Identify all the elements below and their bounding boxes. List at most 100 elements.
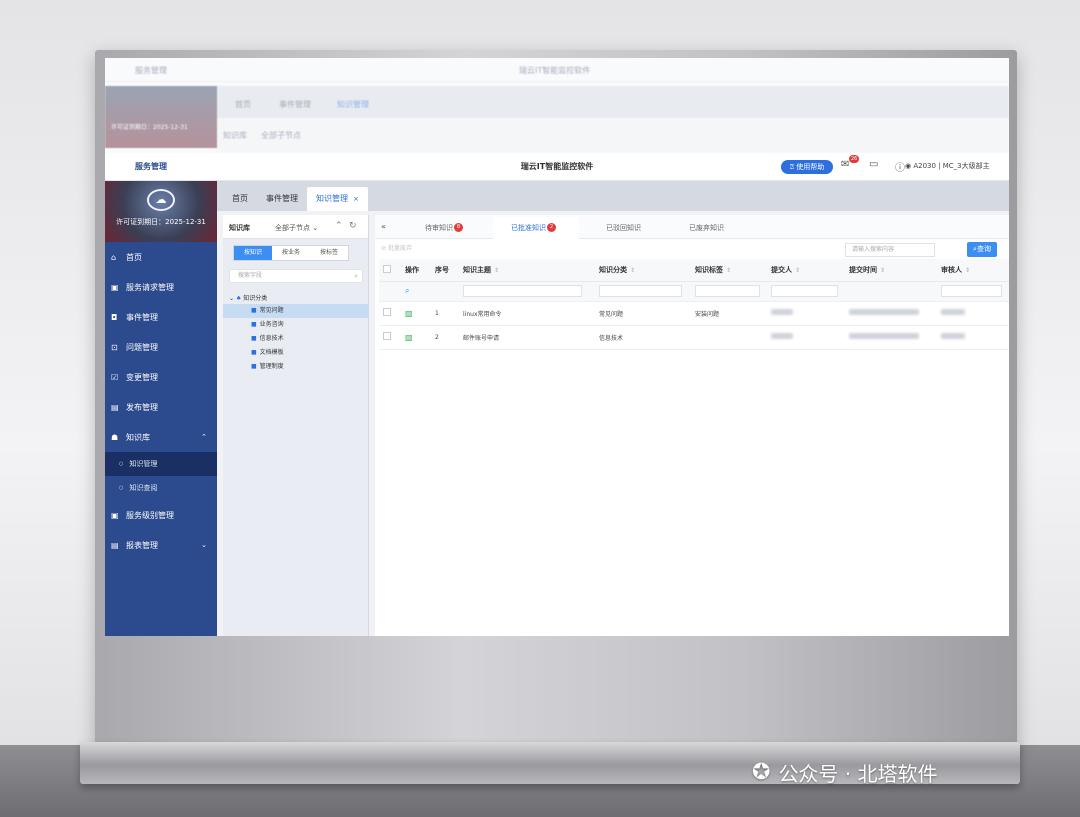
header-category[interactable]: 知识分类 ⇕: [595, 259, 691, 282]
ghost-tab-kb: 知识管理: [337, 100, 369, 109]
document-icon[interactable]: ▧: [405, 333, 413, 342]
sort-icon[interactable]: ⇕: [965, 267, 970, 274]
sidebar-item-2[interactable]: ◘ 事件管理: [105, 302, 217, 332]
subtab-label: 已驳回知识: [606, 224, 641, 232]
tree-node[interactable]: ■ 管理制度: [223, 360, 369, 374]
filter-reviewer-input[interactable]: [941, 285, 1003, 297]
sort-icon[interactable]: ⇕: [795, 267, 800, 274]
query-button[interactable]: ⌕查询: [967, 242, 997, 257]
sidebar-sub-knowledge-lookup[interactable]: ○ 知识查阅: [105, 476, 217, 500]
tree-node[interactable]: ■ 信息技术: [223, 332, 369, 346]
kb-filter-segment: 按知识 按业务 按标签: [233, 245, 349, 261]
table-row[interactable]: ▧ 1 linux常用命令 常见问题 安装问题: [379, 301, 1009, 326]
briefcase-icon: ▣: [111, 282, 119, 292]
tab-event-management[interactable]: 事件管理: [257, 187, 307, 211]
sidebar-item-label: 发布管理: [126, 402, 158, 412]
table-toolbar: ⊘ 批量废弃 请输入搜索内容 ⌕查询: [375, 239, 1009, 259]
search-icon[interactable]: ⌕: [354, 270, 358, 282]
filter-subject-input[interactable]: [463, 285, 582, 297]
main-area: 首页 事件管理 知识管理 × 知识库 全部子节点 ⌄ ⌃ ↻ 按知识 按业务 按标…: [217, 181, 1009, 636]
problem-icon: ⊡: [111, 342, 118, 352]
batch-discard-button[interactable]: ⊘ 批量废弃: [381, 243, 412, 252]
tree-node-label: 管理制度: [259, 363, 284, 370]
tree-node[interactable]: ■ 常见问题: [223, 304, 369, 318]
filter-category-input[interactable]: [599, 285, 682, 297]
row-checkbox[interactable]: [379, 301, 401, 326]
sort-icon[interactable]: ⇕: [494, 267, 499, 274]
collapse-panel-icon[interactable]: «: [381, 222, 386, 231]
header-submit-time[interactable]: 提交时间 ⇕: [845, 259, 937, 282]
kb-title: 知识库: [229, 224, 250, 232]
user-menu[interactable]: ◉ A2030 | MC_3大级部主: [905, 161, 990, 171]
expand-collapse-icon[interactable]: ⌃: [335, 221, 343, 231]
header-submitter[interactable]: 提交人 ⇕: [767, 259, 845, 282]
table-search-input[interactable]: 请输入搜索内容: [845, 243, 935, 257]
cell-subject[interactable]: linux常用命令: [459, 301, 595, 326]
pending-count-badge: 8: [454, 223, 463, 232]
sort-icon[interactable]: ⇕: [630, 267, 635, 274]
sort-icon[interactable]: ⇕: [726, 267, 731, 274]
knowledge-status-tabs: « 待审知识 8 已批准知识 2 已驳回知识 已废弃知识: [375, 215, 1009, 239]
tree-node-label: 文档模板: [259, 349, 284, 356]
filter-tag-input[interactable]: [695, 285, 760, 297]
home-icon: ⌂: [111, 252, 117, 262]
sidebar: ☁ 许可证到期日：2025-12-31 ⌂ 首页 ▣ 服务请求管理 ◘ 事件管理 ⊡ 问题管理…: [105, 181, 217, 636]
subtab-rejected[interactable]: 已驳回知识: [606, 223, 641, 233]
tree-expand-icon: ⌄: [229, 295, 236, 302]
mail-icon[interactable]: ✉: [841, 159, 849, 170]
user-label: A2030 | MC_3大级部主: [913, 162, 990, 170]
tab-label: 事件管理: [266, 194, 298, 203]
tree-node[interactable]: ■ 业务咨询: [223, 318, 369, 332]
filter-by-knowledge[interactable]: 按知识: [234, 246, 272, 260]
table-row[interactable]: ▧ 2 邮件账号申请 信息技术: [379, 325, 1009, 350]
cell-submitter-redacted: [767, 325, 845, 350]
cell-subject[interactable]: 邮件账号申请: [459, 325, 595, 350]
filter-submitter-input[interactable]: [771, 285, 838, 297]
sidebar-item-reports[interactable]: ▤ 报表管理 ⌄: [105, 530, 217, 560]
sidebar-item-1[interactable]: ▣ 服务请求管理: [105, 272, 217, 302]
sidebar-item-0[interactable]: ⌂ 首页: [105, 242, 217, 272]
wechat-icon: ✪: [752, 760, 771, 785]
header-tag[interactable]: 知识标签 ⇕: [691, 259, 767, 282]
event-icon: ◘: [111, 312, 118, 322]
knowledge-tree-panel: 知识库 全部子节点 ⌄ ⌃ ↻ 按知识 按业务 按标签 搜索字段 ⌕ ⌄ ♠ 知识…: [223, 215, 369, 636]
ghost-kb-label: 知识库: [223, 131, 247, 140]
ghost-toolbar: 知识库 全部子节点: [217, 118, 1009, 153]
info-icon[interactable]: ⓘ: [895, 159, 905, 174]
header-subject[interactable]: 知识主题 ⇕: [459, 259, 595, 282]
sort-icon[interactable]: ⇕: [880, 267, 885, 274]
tree-root[interactable]: ⌄ ♠ 知识分类: [229, 293, 267, 302]
sidebar-item-6[interactable]: ☗ 知识库 ⌃: [105, 422, 217, 452]
row-checkbox[interactable]: [379, 325, 401, 350]
header-reviewer[interactable]: 审核人 ⇕: [937, 259, 1009, 282]
sidebar-item-sla[interactable]: ▣ 服务级别管理: [105, 500, 217, 530]
select-all-checkbox[interactable]: [379, 259, 401, 282]
help-label: 使用帮助: [796, 163, 825, 171]
tree-search-input[interactable]: 搜索字段 ⌕: [229, 269, 363, 283]
knowledge-content: « 待审知识 8 已批准知识 2 已驳回知识 已废弃知识 ⊘ 批量废弃 请输入搜索内…: [375, 215, 1009, 636]
node-scope-select[interactable]: 全部子节点 ⌄: [275, 223, 318, 233]
wechat-watermark: ✪ 公众号 · 北塔软件: [752, 758, 938, 787]
help-button[interactable]: ⍰ 使用帮助: [781, 160, 833, 174]
tree-node[interactable]: ■ 文档模板: [223, 346, 369, 360]
subtab-discarded[interactable]: 已废弃知识: [689, 223, 724, 233]
filter-by-business[interactable]: 按业务: [272, 246, 310, 260]
tab-home[interactable]: 首页: [223, 187, 257, 211]
sidebar-sub-knowledge-management[interactable]: ○ 知识管理: [105, 452, 217, 476]
subtab-approved[interactable]: 已批准知识 2: [511, 223, 556, 233]
chat-icon[interactable]: ▭: [869, 159, 878, 170]
refresh-icon[interactable]: ↻: [349, 221, 357, 231]
change-icon: ☑: [111, 372, 119, 382]
filter-by-tag[interactable]: 按标签: [310, 246, 348, 260]
subtab-pending[interactable]: 待审知识 8: [425, 223, 463, 233]
sidebar-item-3[interactable]: ⊡ 问题管理: [105, 332, 217, 362]
close-icon[interactable]: ×: [353, 195, 359, 203]
tab-knowledge-management[interactable]: 知识管理 ×: [307, 187, 368, 211]
document-icon[interactable]: ▧: [405, 309, 413, 318]
select-value: 全部子节点: [275, 224, 310, 232]
cell-submit-time-redacted: [845, 301, 937, 326]
folder-icon: ■: [251, 363, 257, 370]
search-icon[interactable]: ⌕: [405, 286, 409, 295]
sidebar-item-4[interactable]: ☑ 变更管理: [105, 362, 217, 392]
sidebar-item-5[interactable]: ▤ 发布管理: [105, 392, 217, 422]
